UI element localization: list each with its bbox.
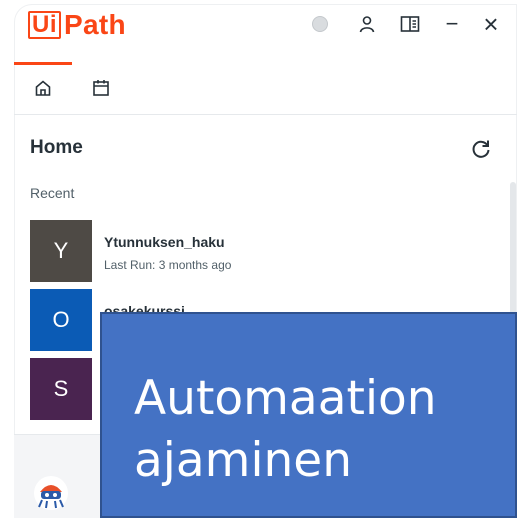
process-name: Ytunnuksen_haku [104, 234, 225, 250]
recent-section-label: Recent [30, 185, 75, 201]
close-icon[interactable]: × [481, 9, 501, 39]
caption-text: Automaation ajaminen [134, 371, 437, 488]
page-title: Home [30, 137, 83, 158]
tab-bar [14, 62, 517, 115]
robot-mascot-icon[interactable] [32, 473, 70, 513]
panel-icon[interactable] [400, 14, 420, 34]
tab-home[interactable] [14, 62, 72, 114]
list-item[interactable]: Y Ytunnuksen_haku Last Run: 3 months ago [30, 220, 500, 282]
title-bar: Ui Path − × [14, 4, 517, 62]
refresh-icon[interactable] [469, 137, 493, 161]
uipath-logo: Ui Path [28, 8, 126, 42]
tab-calendar[interactable] [72, 62, 130, 114]
caption-overlay: Automaation ajaminen [100, 312, 517, 518]
logo-path: Path [64, 9, 126, 40]
home-icon [35, 80, 51, 96]
process-avatar: Y [30, 220, 92, 282]
process-avatar: S [30, 358, 92, 420]
calendar-icon [93, 80, 109, 96]
minimize-icon[interactable]: − [442, 11, 462, 36]
process-last-run: Last Run: 3 months ago [104, 258, 232, 272]
user-icon[interactable] [357, 14, 377, 34]
logo-ui: Ui [28, 11, 61, 39]
status-dot-icon[interactable] [310, 14, 330, 34]
process-avatar: O [30, 289, 92, 351]
